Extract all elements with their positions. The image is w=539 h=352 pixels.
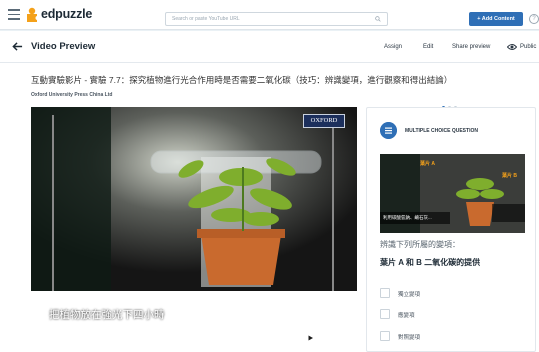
page-title: Video Preview — [31, 41, 96, 52]
search-placeholder: Search or paste YouTube URL — [172, 16, 240, 22]
question-subject: 葉片 A 和 B 二氧化碳的提供 — [380, 258, 481, 267]
add-content-button[interactable]: + Add Content — [469, 12, 523, 26]
video-player[interactable] — [31, 107, 357, 291]
video-caption: 把植物放在強光下四小時 — [49, 309, 165, 321]
question-panel: MULTIPLE CHOICE QUESTION 葉片 A 葉片 B 利用碳酸氫… — [366, 107, 536, 352]
question-type-label: MULTIPLE CHOICE QUESTION — [405, 128, 478, 134]
list-icon — [380, 122, 397, 139]
question-prompt: 辨識下列所屬的變項： — [380, 240, 460, 249]
youtube-label: YouTube — [319, 333, 355, 343]
answer-option[interactable]: 獨立變項 — [380, 288, 520, 300]
top-bar: edpuzzle Search or paste YouTube URL + A… — [0, 0, 539, 30]
edpuzzle-logo-icon[interactable] — [25, 7, 39, 23]
youtube-play-icon — [303, 333, 317, 343]
eye-icon[interactable] — [507, 43, 517, 51]
help-icon[interactable]: ? — [529, 14, 539, 24]
answer-option[interactable]: 應變項 — [380, 309, 520, 321]
thumbnail-image — [380, 154, 525, 233]
option-label: 對照變項 — [398, 335, 421, 341]
youtube-logo[interactable]: YouTube — [303, 333, 354, 345]
answer-option[interactable]: 對照變項 — [380, 331, 520, 343]
publisher-name[interactable]: Oxford University Press China Ltd — [31, 92, 112, 98]
brand-name[interactable]: edpuzzle — [41, 7, 92, 21]
video-frame-image — [31, 107, 357, 291]
option-label: 獨立變項 — [398, 292, 421, 298]
option-checkbox[interactable] — [380, 309, 390, 319]
page-header: Video Preview Assign Edit Share preview … — [0, 31, 539, 63]
edit-button[interactable]: Edit — [423, 44, 433, 50]
back-arrow-icon[interactable] — [12, 41, 23, 52]
option-checkbox[interactable] — [380, 288, 390, 298]
thumb-label-a: 葉片 A — [420, 161, 436, 167]
search-icon[interactable] — [375, 16, 381, 22]
visibility-label[interactable]: Public — [520, 44, 536, 50]
menu-icon[interactable] — [8, 9, 20, 20]
option-label: 應變項 — [398, 313, 415, 319]
question-thumbnail: 葉片 A 葉片 B 利用碳酸氫鈉、鹼石灰... — [380, 154, 525, 233]
share-preview-button[interactable]: Share preview — [452, 44, 490, 50]
option-checkbox[interactable] — [380, 331, 390, 341]
video-title: 互動實驗影片 - 實驗 7.7：探究植物進行光合作用時是否需要二氧化碳（技巧：辨… — [31, 75, 453, 85]
oxford-logo: OXFORD — [303, 114, 345, 128]
search-input[interactable]: Search or paste YouTube URL — [165, 12, 388, 26]
thumb-caption: 利用碳酸氫鈉、鹼石灰... — [383, 215, 432, 220]
assign-button[interactable]: Assign — [384, 44, 402, 50]
thumb-label-b: 葉片 B — [502, 173, 518, 179]
